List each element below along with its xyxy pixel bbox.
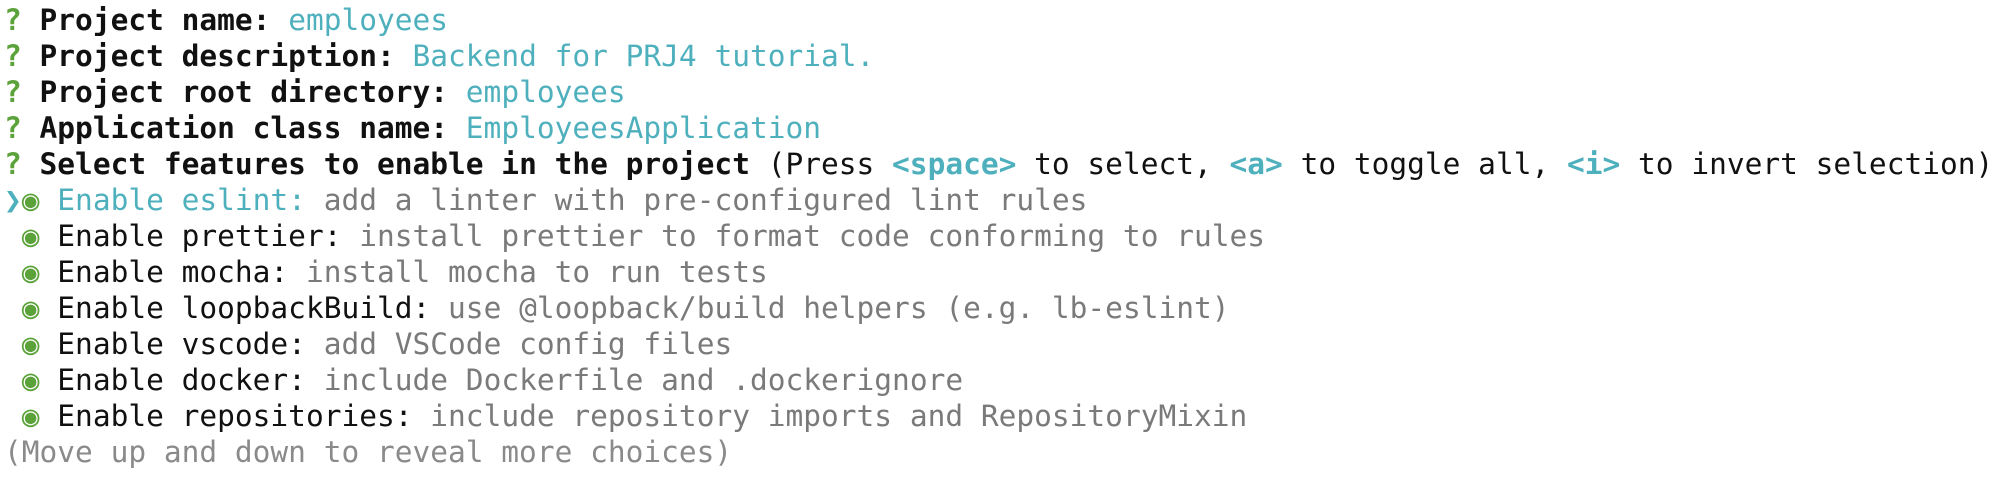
hint-text: to invert selection) [1620, 147, 1994, 181]
prompt-select-features: ? Select features to enable in the proje… [4, 146, 2012, 182]
option-description: install mocha to run tests [305, 255, 768, 289]
prompt-answer: EmployeesApplication [465, 111, 822, 145]
pointer-icon: ❯ [4, 183, 22, 217]
key-i: <i> [1566, 147, 1621, 181]
option-description: include Dockerfile and .dockerignore [323, 363, 964, 397]
option-name: Enable repositories: [57, 399, 413, 433]
key-space: <space> [892, 147, 1017, 181]
option-description: use @loopback/build helpers (e.g. lb-esl… [448, 291, 1230, 325]
prompt-project-name: ? Project name: employees [4, 2, 2012, 38]
option-name: Enable docker: [57, 363, 306, 397]
option-name: Enable eslint: [57, 183, 306, 217]
question-mark: ? [4, 147, 22, 181]
prompt-project-description: ? Project description: Backend for PRJ4 … [4, 38, 2012, 74]
prompt-label: Project name: [39, 3, 271, 37]
option-description: include repository imports and Repositor… [430, 399, 1248, 433]
option-description: install prettier to format code conformi… [359, 219, 1266, 253]
prompt-label: Select features to enable in the project [39, 147, 750, 181]
feature-option-eslint[interactable]: ❯◉ Enable eslint: add a linter with pre-… [4, 182, 2012, 218]
feature-option-repositories[interactable]: ◉ Enable repositories: include repositor… [4, 398, 2012, 434]
prompt-answer: Backend for PRJ4 tutorial. [412, 39, 875, 73]
prompt-answer: employees [288, 3, 449, 37]
option-name: Enable mocha: [57, 255, 289, 289]
question-mark: ? [4, 111, 22, 145]
prompt-label: Application class name: [39, 111, 449, 145]
prompt-answer: employees [465, 75, 626, 109]
checked-radio-icon: ◉ [21, 183, 40, 217]
option-description: add VSCode config files [323, 327, 733, 361]
feature-option-loopbackbuild[interactable]: ◉ Enable loopbackBuild: use @loopback/bu… [4, 290, 2012, 326]
checked-radio-icon: ◉ [21, 219, 40, 253]
feature-option-vscode[interactable]: ◉ Enable vscode: add VSCode config files [4, 326, 2012, 362]
prompt-label: Project description: [39, 39, 395, 73]
prompt-label: Project root directory: [39, 75, 449, 109]
hint-text: (Press [767, 147, 893, 181]
option-name: Enable prettier: [57, 219, 342, 253]
feature-option-prettier[interactable]: ◉ Enable prettier: install prettier to f… [4, 218, 2012, 254]
checked-radio-icon: ◉ [21, 291, 40, 325]
scroll-hint: (Move up and down to reveal more choices… [4, 435, 733, 469]
question-mark: ? [4, 75, 22, 109]
checked-radio-icon: ◉ [21, 363, 40, 397]
question-mark: ? [4, 3, 22, 37]
checked-radio-icon: ◉ [21, 327, 40, 361]
key-a: <a> [1229, 147, 1283, 181]
option-description: add a linter with pre-configured lint ru… [323, 183, 1088, 217]
checked-radio-icon: ◉ [21, 399, 40, 433]
feature-option-mocha[interactable]: ◉ Enable mocha: install mocha to run tes… [4, 254, 2012, 290]
hint-text: to toggle all, [1282, 147, 1567, 181]
question-mark: ? [4, 39, 22, 73]
prompt-project-root-directory: ? Project root directory: employees [4, 74, 2012, 110]
feature-option-docker[interactable]: ◉ Enable docker: include Dockerfile and … [4, 362, 2012, 398]
option-name: Enable loopbackBuild: [57, 291, 431, 325]
hint-text: to select, [1016, 147, 1230, 181]
option-name: Enable vscode: [57, 327, 306, 361]
checked-radio-icon: ◉ [21, 255, 40, 289]
prompt-application-class-name: ? Application class name: EmployeesAppli… [4, 110, 2012, 146]
terminal-output: ? Project name: employees ? Project desc… [4, 2, 2012, 470]
